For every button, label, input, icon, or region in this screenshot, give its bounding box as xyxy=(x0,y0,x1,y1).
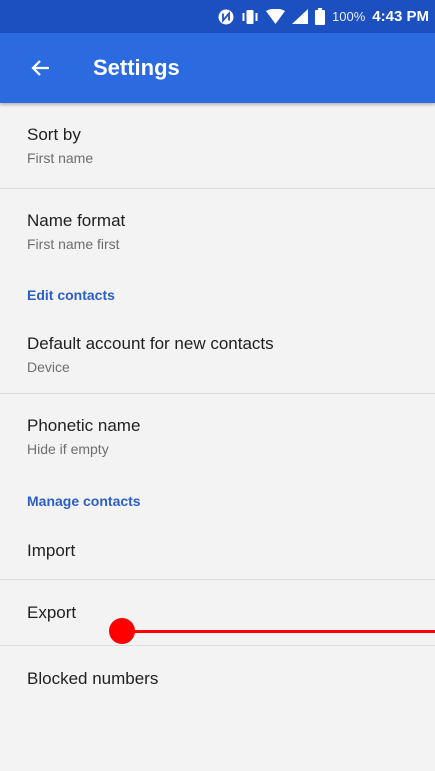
page-title: Settings xyxy=(93,55,180,80)
swipe-gesture-trail xyxy=(122,630,435,633)
export-setting[interactable]: Export xyxy=(0,580,435,646)
import-setting[interactable]: Import xyxy=(0,523,435,580)
settings-list: Sort by First name Name format First nam… xyxy=(0,103,435,712)
name-format-label: Name format xyxy=(27,211,126,230)
blocked-numbers-setting[interactable]: Blocked numbers xyxy=(0,646,435,712)
edit-contacts-header: Edit contacts xyxy=(27,287,115,303)
sort-by-value: First name xyxy=(27,150,94,166)
vibrate-icon xyxy=(241,9,259,25)
phonetic-name-label: Phonetic name xyxy=(27,416,141,435)
import-label: Import xyxy=(27,541,76,560)
default-account-value: Device xyxy=(27,359,70,375)
app-toolbar: Settings xyxy=(0,33,435,103)
phonetic-name-value: Hide if empty xyxy=(27,441,109,457)
battery-percent: 100% xyxy=(332,9,366,24)
default-account-label: Default account for new contacts xyxy=(27,334,274,353)
cell-signal-icon xyxy=(292,9,309,24)
touch-point-indicator xyxy=(109,618,135,644)
name-format-setting[interactable]: Name format First name first xyxy=(0,189,435,274)
phonetic-name-setting[interactable]: Phonetic name Hide if empty xyxy=(0,394,435,479)
blocked-numbers-label: Blocked numbers xyxy=(27,669,159,688)
status-bar: 100% 4:43 PM xyxy=(0,0,435,33)
name-format-value: First name first xyxy=(27,236,120,252)
battery-icon xyxy=(315,8,326,25)
wifi-icon xyxy=(266,9,286,24)
sort-by-setting[interactable]: Sort by First name xyxy=(0,103,435,189)
manage-contacts-header: Manage contacts xyxy=(27,493,141,509)
export-label: Export xyxy=(27,602,77,622)
default-account-setting[interactable]: Default account for new contacts Device xyxy=(0,316,435,394)
arrow-back-icon[interactable] xyxy=(26,53,56,83)
nfc-icon xyxy=(218,9,234,25)
status-time: 4:43 PM xyxy=(372,8,429,25)
sort-by-label: Sort by xyxy=(27,125,81,144)
